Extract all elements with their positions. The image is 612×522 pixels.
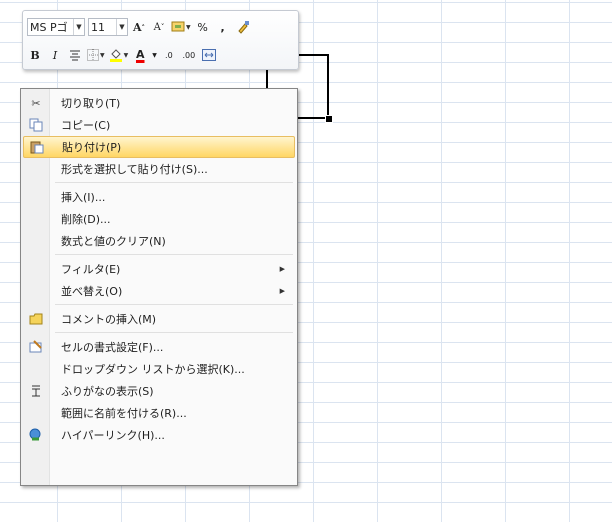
fill-handle[interactable] [325, 115, 333, 123]
bold-button[interactable]: B [27, 46, 43, 64]
menu-item-insert[interactable]: 挿入(I)... [23, 186, 295, 208]
menu-item-label: 形式を選択して貼り付け(S)... [61, 163, 208, 176]
menu-item-label: フィルタ(E) [61, 263, 121, 276]
format-painter-button[interactable] [235, 18, 251, 36]
menu-separator [55, 332, 293, 333]
mini-toolbar-row-2: B I ▼ ▼ A ▼ .0 .00 [27, 44, 221, 66]
comma-style-button[interactable]: , [215, 18, 231, 36]
menu-item-label: 数式と値のクリア(N) [61, 235, 166, 248]
menu-item-format-cells[interactable]: セルの書式設定(F)... [23, 336, 295, 358]
font-size-value: 11 [91, 20, 105, 34]
font-name-combo[interactable]: MS Pゴ ▼ [27, 18, 85, 36]
submenu-arrow-icon: ▶ [279, 265, 285, 273]
menu-item-label: 並べ替え(O) [61, 285, 123, 298]
menu-item-filter[interactable]: フィルタ(E) ▶ [23, 258, 295, 280]
grow-font-label: A [132, 20, 142, 34]
menu-item-hyperlink[interactable]: ハイパーリンク(H)... [23, 424, 295, 446]
scissors-icon: ✂ [31, 96, 41, 110]
merge-cells-icon [201, 49, 216, 61]
menu-item-paste-special[interactable]: 形式を選択して貼り付け(S)... [23, 158, 295, 180]
increase-decimal-label: .0 [165, 50, 173, 60]
menu-item-define-name[interactable]: 範囲に名前を付ける(R)... [23, 402, 295, 424]
fill-bucket-icon [109, 49, 122, 62]
menu-item-delete[interactable]: 削除(D)... [23, 208, 295, 230]
fill-color-button[interactable]: ▼ [109, 46, 128, 64]
menu-item-label: ハイパーリンク(H)... [61, 429, 165, 442]
menu-item-label: コメントの挿入(M) [61, 313, 157, 326]
merge-center-button[interactable] [201, 46, 217, 64]
italic-button[interactable]: I [47, 46, 63, 64]
menu-item-label: 削除(D)... [61, 213, 111, 226]
menu-item-label: 切り取り(T) [61, 97, 121, 110]
context-menu: ✂ 切り取り(T) コピー(C) 貼り付け(P) 形式を選択して貼り付け(S).… [20, 88, 298, 486]
center-align-button[interactable] [67, 46, 83, 64]
increase-decimal-button[interactable]: .0 [161, 46, 177, 64]
menu-item-cut[interactable]: ✂ 切り取り(T) [23, 92, 295, 114]
menu-separator [55, 182, 293, 183]
menu-item-label: 貼り付け(P) [62, 141, 122, 154]
font-size-combo[interactable]: 11 ▼ [88, 18, 128, 36]
borders-button[interactable]: ▼ [87, 46, 105, 64]
decrease-decimal-label: .00 [182, 50, 196, 60]
chevron-down-icon[interactable]: ▼ [73, 19, 84, 35]
paste-icon [24, 137, 50, 157]
menu-item-label: ふりがなの表示(S) [61, 385, 154, 398]
borders-icon [87, 49, 99, 61]
format-painter-icon [237, 21, 249, 34]
italic-label: I [52, 48, 58, 62]
chevron-down-icon[interactable]: ▼ [116, 19, 127, 35]
font-color-button[interactable]: A [132, 46, 148, 64]
menu-item-label: 挿入(I)... [61, 191, 106, 204]
font-color-dropdown-icon[interactable]: ▼ [152, 52, 157, 59]
menu-item-label: ドロップダウン リストから選択(K)... [61, 363, 245, 376]
mini-toolbar: MS Pゴ ▼ 11 ▼ A ˄ A ˅ ▼ % , B I ▼ ▼ A ▼ .… [22, 10, 299, 70]
shrink-font-button[interactable]: A ˅ [151, 18, 167, 36]
menu-item-label: セルの書式設定(F)... [61, 341, 164, 354]
decrease-decimal-button[interactable]: .00 [181, 46, 197, 64]
menu-separator [55, 254, 293, 255]
font-color-label: A [135, 48, 145, 61]
menu-item-label: コピー(C) [61, 119, 111, 132]
comma-label: , [220, 20, 225, 34]
menu-separator [55, 304, 293, 305]
menu-item-paste[interactable]: 貼り付け(P) [23, 136, 295, 158]
menu-item-clear-contents[interactable]: 数式と値のクリア(N) [23, 230, 295, 252]
currency-icon [171, 21, 185, 32]
furigana-icon [23, 380, 49, 402]
shrink-font-label: A [153, 21, 161, 33]
menu-item-show-phonetic[interactable]: ふりがなの表示(S) [23, 380, 295, 402]
mini-toolbar-row-1: MS Pゴ ▼ 11 ▼ A ˄ A ˅ ▼ % , [27, 16, 255, 38]
currency-format-button[interactable]: ▼ [171, 18, 191, 36]
grow-font-button[interactable]: A ˄ [131, 18, 147, 36]
menu-item-copy[interactable]: コピー(C) [23, 114, 295, 136]
menu-item-label: 範囲に名前を付ける(R)... [61, 407, 187, 420]
percent-label: % [197, 20, 208, 34]
format-cells-icon [23, 336, 49, 358]
align-center-icon [70, 50, 80, 61]
bold-label: B [30, 48, 40, 62]
menu-item-pick-from-list[interactable]: ドロップダウン リストから選択(K)... [23, 358, 295, 380]
hyperlink-icon [23, 424, 49, 446]
menu-item-insert-comment[interactable]: コメントの挿入(M) [23, 308, 295, 330]
font-name-value: MS Pゴ [30, 21, 68, 34]
comment-icon [23, 308, 49, 330]
percent-style-button[interactable]: % [195, 18, 211, 36]
menu-item-sort[interactable]: 並べ替え(O) ▶ [23, 280, 295, 302]
copy-icon [23, 114, 49, 136]
submenu-arrow-icon: ▶ [279, 287, 285, 295]
